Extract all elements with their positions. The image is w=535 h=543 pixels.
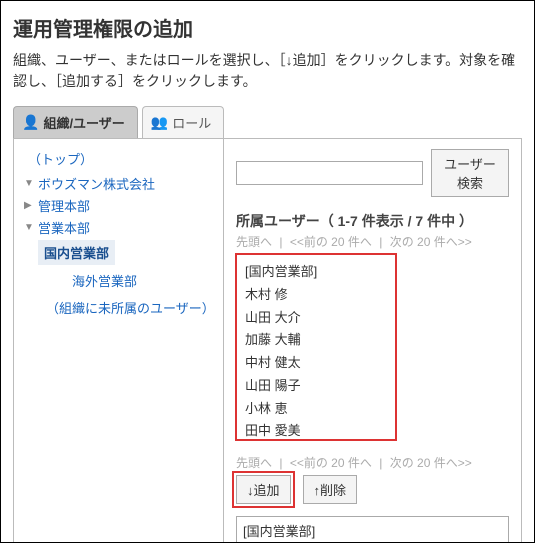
list-item[interactable]: [国内営業部] (245, 261, 387, 284)
list-item[interactable]: 加藤 大輔 (245, 329, 387, 352)
tree-company[interactable]: ボウズマン株式会社 (38, 174, 155, 193)
page-description: 組織、ユーザー、またはロールを選択し、［↓追加］をクリックします。対象を確認し、… (13, 50, 522, 92)
list-item[interactable]: 木村 修 (245, 284, 387, 307)
pager-sep: | (379, 235, 382, 249)
user-listbox[interactable]: [国内営業部] 木村 修 山田 大介 加藤 大輔 中村 健太 山田 陽子 小林 … (236, 254, 396, 440)
org-tree: （トップ） ▼ ボウズマン株式会社 ▶ 管理本部 ▼ 営業本部 国内営業部 (14, 139, 224, 543)
list-item[interactable]: 山田 大介 (245, 307, 387, 330)
list-title: 所属ユーザー（ 1-7 件表示 / 7 件中 ） (236, 211, 509, 231)
users-icon: 👥 (151, 114, 168, 131)
pager-top: 先頭へ | <<前の 20 件へ | 次の 20 件へ>> (236, 233, 509, 250)
pager-sep: | (279, 456, 282, 470)
remove-button[interactable]: ↑削除 (303, 475, 358, 504)
pager-first[interactable]: 先頭へ (236, 235, 272, 249)
selected-box[interactable]: [国内営業部] (236, 516, 509, 543)
user-icon: 👤 (22, 114, 39, 131)
pager-sep: | (279, 235, 282, 249)
list-item[interactable]: 中村 健太 (245, 352, 387, 375)
tree-unassigned[interactable]: （組織に未所属のユーザー） (46, 298, 215, 317)
list-item[interactable]: 小林 恵 (245, 398, 387, 421)
pager-next[interactable]: 次の 20 件へ>> (390, 456, 472, 470)
tab-org-user[interactable]: 👤 組織/ユーザー (13, 106, 138, 138)
tree-domestic-selected[interactable]: 国内営業部 (38, 240, 115, 265)
list-item[interactable]: 田中 愛美 (245, 420, 387, 440)
pager-prev[interactable]: <<前の 20 件へ (290, 456, 372, 470)
pager-sep: | (379, 456, 382, 470)
user-list-column: ユーザー検索 所属ユーザー（ 1-7 件表示 / 7 件中 ） 先頭へ | <<… (224, 139, 521, 543)
search-input[interactable] (236, 161, 423, 185)
pager-next[interactable]: 次の 20 件へ>> (390, 235, 472, 249)
search-button[interactable]: ユーザー検索 (431, 149, 509, 197)
tree-overseas[interactable]: 海外営業部 (72, 271, 215, 290)
tab-role-label: ロール (172, 113, 211, 132)
pager-first[interactable]: 先頭へ (236, 456, 272, 470)
tab-org-user-label: 組織/ユーザー (43, 113, 124, 132)
tab-bar: 👤 組織/ユーザー 👥 ロール (13, 106, 522, 138)
main-panel: （トップ） ▼ ボウズマン株式会社 ▶ 管理本部 ▼ 営業本部 国内営業部 (13, 138, 522, 543)
pager-prev[interactable]: <<前の 20 件へ (290, 235, 372, 249)
tree-dept-admin[interactable]: 管理本部 (38, 196, 90, 215)
tree-dept-sales[interactable]: 営業本部 (38, 218, 90, 237)
tree-top-link[interactable]: （トップ） (28, 149, 215, 168)
page-title: 運用管理権限の追加 (13, 13, 522, 42)
add-button[interactable]: ↓追加 (236, 475, 291, 504)
pager-bottom: 先頭へ | <<前の 20 件へ | 次の 20 件へ>> (236, 454, 509, 471)
chevron-right-icon[interactable]: ▶ (24, 200, 34, 211)
chevron-down-icon[interactable]: ▼ (24, 178, 34, 189)
list-item[interactable]: 山田 陽子 (245, 375, 387, 398)
chevron-down-icon[interactable]: ▼ (24, 222, 34, 233)
tab-role[interactable]: 👥 ロール (142, 106, 224, 138)
